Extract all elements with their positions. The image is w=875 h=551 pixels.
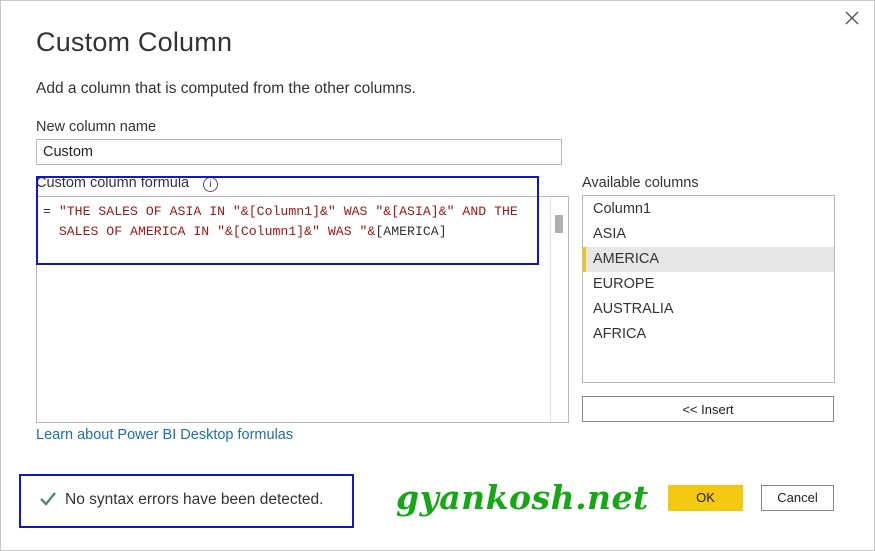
formula-line-1: "THE SALES OF ASIA IN "&[Column1]&" WAS … bbox=[58, 204, 518, 219]
watermark-logo: gyankosh.net bbox=[396, 478, 649, 517]
column-item-asia[interactable]: ASIA bbox=[583, 222, 834, 247]
syntax-status-text: No syntax errors have been detected. bbox=[65, 491, 324, 508]
info-icon[interactable]: i bbox=[203, 177, 218, 192]
check-icon bbox=[39, 491, 57, 507]
formula-editor[interactable]: = "THE SALES OF ASIA IN "&[Column1]&" WA… bbox=[36, 196, 569, 423]
close-icon[interactable] bbox=[841, 7, 863, 29]
learn-formulas-link[interactable]: Learn about Power BI Desktop formulas bbox=[36, 427, 293, 443]
formula-scroll-thumb[interactable] bbox=[555, 215, 563, 233]
cancel-button[interactable]: Cancel bbox=[761, 485, 834, 511]
formula-equals: = bbox=[43, 204, 59, 219]
formula-text: = "THE SALES OF ASIA IN "&[Column1]&" WA… bbox=[43, 202, 548, 242]
available-columns-label: Available columns bbox=[582, 175, 699, 191]
formula-cursor-token: [AMERICA] bbox=[375, 224, 447, 239]
formula-line-2: SALES OF AMERICA IN "&[Column1]&" WAS "& bbox=[43, 224, 376, 239]
column-item-column1[interactable]: Column1 bbox=[583, 197, 834, 222]
new-column-name-label: New column name bbox=[36, 119, 157, 135]
column-item-africa[interactable]: AFRICA bbox=[583, 322, 834, 347]
insert-button[interactable]: << Insert bbox=[582, 396, 834, 422]
column-item-europe[interactable]: EUROPE bbox=[583, 272, 834, 297]
available-columns-list[interactable]: Column1 ASIA AMERICA EUROPE AUSTRALIA AF… bbox=[582, 195, 835, 383]
custom-column-dialog: Custom Column Add a column that is compu… bbox=[0, 0, 875, 551]
formula-label: Custom column formula bbox=[36, 175, 190, 191]
column-item-america[interactable]: AMERICA bbox=[583, 247, 834, 272]
column-item-australia[interactable]: AUSTRALIA bbox=[583, 297, 834, 322]
dialog-subtitle: Add a column that is computed from the o… bbox=[36, 80, 416, 97]
new-column-name-input[interactable]: Custom bbox=[36, 139, 562, 165]
dialog-title: Custom Column bbox=[36, 27, 233, 57]
formula-scrollbar[interactable] bbox=[550, 197, 568, 422]
ok-button[interactable]: OK bbox=[668, 485, 743, 511]
